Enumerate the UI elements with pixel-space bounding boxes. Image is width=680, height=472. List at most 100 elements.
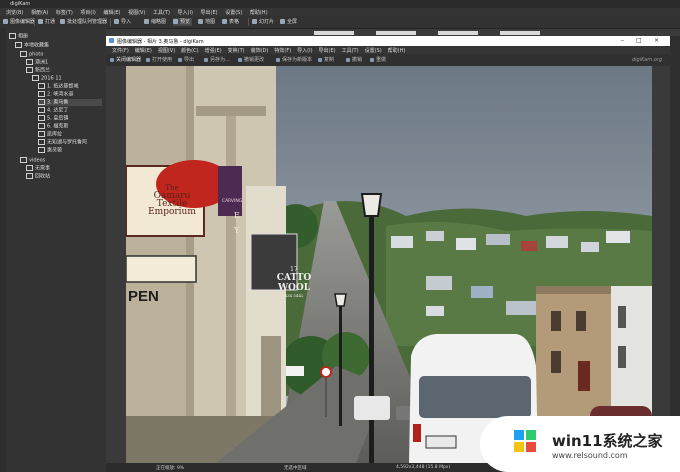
editor-right-sidebar[interactable] — [652, 66, 670, 472]
tree-album-item[interactable]: 无知湖与罗托鲁阿 — [38, 139, 87, 146]
image-info-status: 4,592x3,448 (15.8 Mpx) — [396, 465, 451, 470]
menu-help[interactable]: 帮助(H) — [250, 9, 268, 16]
tree-extra-item[interactable]: 无需事 — [26, 165, 50, 172]
import-button[interactable]: 导入 — [114, 18, 131, 26]
tree-extra-item[interactable]: videos — [20, 157, 45, 164]
menu-tag[interactable]: 标签(T) — [56, 9, 73, 16]
editor-menu-item[interactable]: 颜色(C) — [181, 47, 198, 54]
tree-album-item[interactable]: 6. 福克斯 — [38, 123, 68, 130]
fullscreen-button[interactable]: 全屏 — [280, 18, 297, 26]
menu-edit[interactable]: 编辑(E) — [103, 9, 120, 16]
editor-titlebar: 图像编辑器 - 相片 3.奥马鲁 - digiKam – □ × — [106, 36, 670, 46]
revert-icon — [238, 57, 242, 62]
catto-wool-sign: 17 CATTO WOOL 434 5442 — [276, 266, 312, 298]
tree-album-item[interactable]: 4. 达尼丁 — [38, 107, 68, 114]
tree-album-item[interactable]: 惠灵顿 — [38, 147, 62, 154]
tree-album-item[interactable]: 新西兰 — [26, 67, 50, 74]
tree-album-item[interactable]: 1. 抵达基督城 — [38, 83, 78, 90]
close-editor-button[interactable]: 关闭编辑器 — [110, 56, 141, 64]
redo-button[interactable]: 重做 — [370, 56, 386, 64]
folder-icon — [26, 165, 33, 171]
tree-album-item[interactable]: photo — [20, 51, 43, 58]
tab-placeholder[interactable] — [376, 31, 416, 35]
menu-view[interactable]: 视图(V) — [128, 9, 145, 16]
carving-letter-e: E — [234, 211, 240, 220]
image-editor-button[interactable]: 图像编辑器 — [3, 18, 35, 26]
save-new-version-button[interactable]: 保存为新版本 — [276, 56, 312, 64]
preview-button[interactable]: 预览 — [173, 18, 193, 26]
thumbnails-icon — [144, 19, 149, 24]
tree-album-item[interactable]: 5. 皇后镇 — [38, 115, 68, 122]
map-button[interactable]: 地图 — [198, 18, 215, 26]
batch-queue-button[interactable]: 批处理队列管理器 — [60, 18, 107, 26]
menu-export[interactable]: 导出(E) — [201, 9, 218, 16]
tree-album-label: 6. 福克斯 — [47, 123, 69, 130]
tree-extra-label: 无需事 — [35, 165, 51, 172]
folder-icon — [38, 91, 45, 97]
tree-album-item[interactable]: 2016 11 — [32, 75, 62, 82]
export-button[interactable]: 导出 — [178, 56, 194, 64]
revert-button[interactable]: 撤销更改 — [238, 56, 264, 64]
app-menubar: 浏览(B) 相册(A) 标签(T) 项目(I) 编辑(E) 视图(V) 工具(T… — [0, 8, 680, 16]
editor-menu-item[interactable]: 设置(S) — [365, 47, 382, 54]
editor-menu-item[interactable]: 导出(E) — [319, 47, 336, 54]
folder-icon — [38, 123, 45, 129]
queue-icon — [60, 19, 65, 24]
export-icon — [178, 57, 182, 62]
editor-menu-item[interactable]: 编辑(E) — [135, 47, 152, 54]
tree-extra-item[interactable]: 回收站 — [26, 173, 50, 180]
right-sidebar-tabs[interactable] — [670, 36, 680, 472]
editor-menu-item[interactable]: 帮助(H) — [388, 47, 406, 54]
open-with-button[interactable]: 打开使用 — [146, 56, 172, 64]
close-icon[interactable]: × — [654, 37, 659, 44]
folder-icon — [32, 75, 39, 81]
editor-menu-item[interactable]: 视图(V) — [158, 47, 175, 54]
save-as-button[interactable]: 另存为... — [204, 56, 230, 64]
redo-icon — [370, 57, 374, 62]
table-button[interactable]: 表格 — [222, 18, 239, 26]
menu-album[interactable]: 相册(A) — [31, 9, 48, 16]
tab-placeholder[interactable] — [438, 31, 478, 35]
menu-tools[interactable]: 工具(T) — [153, 9, 170, 16]
folder-icon — [26, 59, 33, 65]
thumbnails-button[interactable]: 缩略图 — [144, 18, 166, 26]
windows-logo-icon — [514, 430, 536, 452]
editor-menu-item[interactable]: 变换(T) — [228, 47, 245, 54]
tree-album-label: 5. 皇后镇 — [47, 115, 69, 122]
editor-menu-item[interactable]: 导入(I) — [297, 47, 312, 54]
version-icon — [276, 57, 280, 62]
tree-album-item[interactable]: 澳洲1 — [26, 59, 48, 66]
tree-collection[interactable]: 本地收藏集 — [15, 42, 49, 49]
undo-button[interactable]: 撤销 — [346, 56, 362, 64]
tree-album-item[interactable]: 3. 奥马鲁 — [38, 99, 102, 106]
editor-menu-item[interactable]: 装饰(D) — [251, 47, 269, 54]
menu-import[interactable]: 导入(I) — [178, 9, 193, 16]
tab-placeholder[interactable] — [500, 31, 540, 35]
copy-button[interactable]: 复制 — [318, 56, 334, 64]
slideshow-icon — [252, 19, 257, 24]
open-sign: PEN — [128, 288, 159, 305]
folder-icon — [38, 147, 45, 153]
tree-album-item[interactable]: 2. 峡湾水道 — [38, 91, 73, 98]
light-table-button[interactable]: 打通 — [38, 18, 55, 26]
preview-icon — [173, 19, 178, 24]
menu-settings[interactable]: 设置(S) — [225, 9, 242, 16]
menu-browse[interactable]: 浏览(B) — [6, 9, 23, 16]
minimize-icon[interactable]: – — [621, 37, 624, 44]
editor-menu-item[interactable]: 增强(E) — [205, 47, 222, 54]
menu-item[interactable]: 项目(I) — [80, 9, 95, 16]
folder-icon — [38, 83, 45, 89]
carving-sign: CARVING — [221, 199, 243, 204]
editor-menu-item[interactable]: 工具(T) — [342, 47, 359, 54]
photo-canvas[interactable]: The Oamaru Textile Emporium CARVING E Y … — [126, 66, 652, 463]
tree-album-item[interactable]: 凯库拉 — [38, 131, 62, 138]
editor-menu-item[interactable]: 特效(F) — [274, 47, 291, 54]
tree-root[interactable]: 相册 — [9, 33, 28, 40]
toolbar-separator — [248, 18, 249, 26]
editor-menu-item[interactable]: 文件(F) — [112, 47, 129, 54]
tab-placeholder[interactable] — [314, 31, 354, 35]
brand-label: digiKam.org — [631, 57, 662, 63]
maximize-icon[interactable]: □ — [636, 37, 642, 44]
watermark-title: win11系统之家 — [552, 432, 663, 450]
slideshow-button[interactable]: 幻灯片 — [252, 18, 274, 26]
